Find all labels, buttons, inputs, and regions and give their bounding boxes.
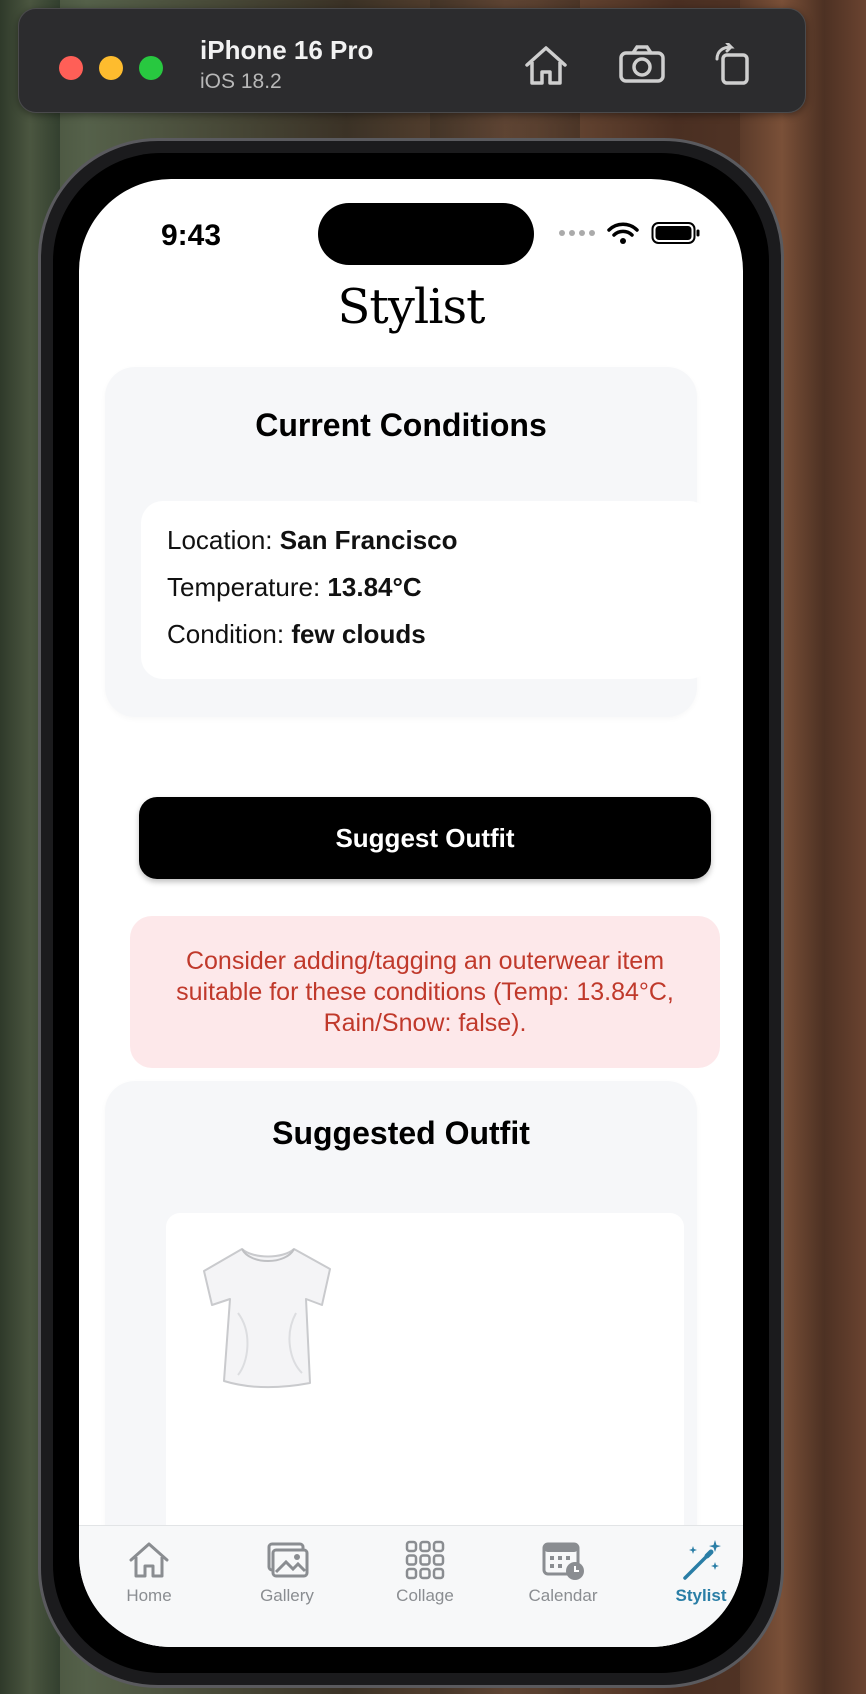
location-value: San Francisco — [279, 525, 458, 555]
calendar-clock-icon — [542, 1542, 584, 1580]
temperature-label: Temperature: — [167, 572, 321, 602]
tab-label: Collage — [396, 1586, 454, 1605]
device-name: iPhone 16 Pro — [200, 35, 374, 65]
location-row: Location: San Francisco — [167, 525, 458, 556]
temperature-row: Temperature: 13.84°C — [167, 572, 422, 603]
tab-label: Gallery — [260, 1586, 314, 1605]
conditions-heading: Current Conditions — [255, 407, 547, 443]
simulator-toolbar: iPhone 16 Pro iOS 18.2 — [18, 8, 806, 113]
temperature-value: 13.84°C — [327, 572, 422, 602]
conditions-card: Current Conditions Location: San Francis… — [105, 367, 711, 717]
status-icons — [559, 221, 701, 245]
phone-bezel: 9:43 Stylist Current Conditions Location… — [53, 153, 769, 1673]
grid-icon — [405, 1540, 445, 1580]
phone-screen: 9:43 Stylist Current Conditions Location… — [79, 179, 743, 1647]
status-time: 9:43 — [161, 219, 222, 252]
signal-dots-icon — [559, 230, 595, 236]
phone-frame: 9:43 Stylist Current Conditions Location… — [38, 138, 784, 1688]
os-version: iOS 18.2 — [200, 70, 282, 93]
tab-gallery[interactable]: Gallery — [227, 1538, 347, 1606]
tab-label: Home — [126, 1586, 172, 1605]
camera-icon[interactable] — [617, 43, 667, 87]
close-window-button[interactable] — [59, 56, 83, 80]
condition-row: Condition: few clouds — [167, 619, 426, 650]
conditions-box: Location: San Francisco Temperature: 13.… — [141, 501, 711, 679]
wifi-icon — [607, 222, 639, 244]
app-title: Stylist — [337, 279, 486, 335]
suggest-outfit-button[interactable]: Suggest Outfit — [139, 797, 711, 879]
tab-calendar[interactable]: Calendar — [503, 1538, 623, 1606]
dynamic-island — [318, 203, 534, 265]
tab-stylist[interactable]: Stylist — [641, 1538, 743, 1606]
condition-value: few clouds — [291, 619, 426, 649]
tshirt-image[interactable] — [198, 1243, 338, 1389]
location-label: Location: — [167, 525, 273, 555]
warning-text: Consider adding/tagging an outerwear ite… — [176, 946, 674, 1037]
tab-collage[interactable]: Collage — [365, 1538, 485, 1606]
outfit-heading: Suggested Outfit — [272, 1115, 530, 1151]
battery-icon — [651, 222, 700, 244]
rotate-icon[interactable] — [709, 41, 759, 87]
tab-bar: Home Gallery Collage Calendar Stylist — [79, 1525, 743, 1647]
zoom-window-button[interactable] — [139, 56, 163, 80]
tab-label: Stylist — [675, 1586, 727, 1605]
tab-home[interactable]: Home — [89, 1538, 209, 1606]
home-icon[interactable] — [521, 43, 571, 87]
magic-wand-icon — [683, 1540, 721, 1580]
outerwear-warning: Consider adding/tagging an outerwear ite… — [130, 916, 720, 1068]
photos-icon — [267, 1542, 309, 1578]
condition-label: Condition: — [167, 619, 285, 649]
house-icon — [129, 1542, 169, 1578]
minimize-window-button[interactable] — [99, 56, 123, 80]
tab-label: Calendar — [528, 1586, 598, 1605]
